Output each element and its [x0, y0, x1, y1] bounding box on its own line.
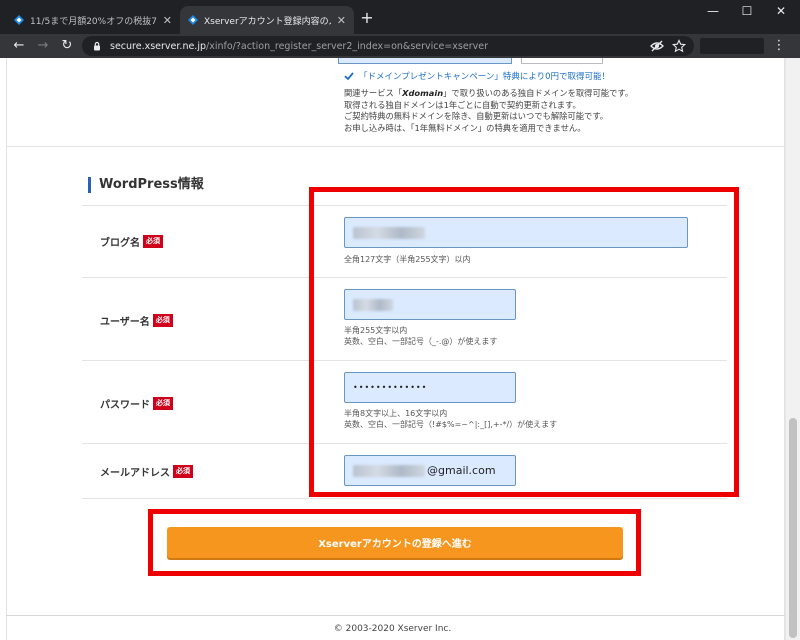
notes-line2: 取得される独自ドメインは1年ごとに自動で契約更新されます。 — [344, 99, 581, 110]
field-label: ブログ名 — [100, 238, 140, 249]
row-divider — [82, 498, 727, 499]
required-badge: 必須 — [152, 314, 173, 327]
blog-name-label: ブログ名 必須 — [100, 234, 163, 249]
close-window-icon[interactable]: ✕ — [764, 0, 798, 22]
browser-tab-strip: 11/5まで月額20%オフの税抜720円 ✕ Xserverアカウント登録内容の… — [0, 0, 800, 34]
maximize-icon[interactable]: ☐ — [730, 0, 764, 22]
browser-menu-icon[interactable]: ⋮ — [772, 37, 786, 55]
highlight-box-fields — [309, 187, 739, 497]
reload-icon[interactable]: ↻ — [58, 37, 76, 55]
url-text: secure.xserver.ne.jp/xinfo/?action_regis… — [110, 40, 489, 52]
field-label: パスワード — [100, 400, 150, 411]
xdomain-logo[interactable]: Xdomain — [402, 88, 443, 98]
field-label: ユーザー名 — [100, 317, 150, 328]
field-label: メールアドレス — [100, 468, 170, 479]
page-scrollbar[interactable] — [785, 58, 800, 640]
tab-title: 11/5まで月額20%オフの税抜720円 — [30, 16, 157, 27]
password-label: パスワード 必須 — [100, 396, 173, 411]
lock-icon — [94, 41, 100, 51]
notes-prefix: 関連サービス「 — [344, 88, 403, 98]
domain-tld-select[interactable] — [521, 58, 603, 64]
username-label: ユーザー名 必須 — [100, 313, 173, 328]
scrollbar-thumb[interactable] — [789, 418, 797, 638]
section-divider — [7, 146, 784, 147]
new-tab-plus-icon[interactable]: + — [358, 9, 376, 27]
forward-arrow-icon[interactable]: → — [34, 37, 52, 55]
tab-xserver-registration[interactable]: Xserverアカウント登録内容の入力画 ✕ — [180, 6, 354, 34]
notes-line4: お申し込み時は、「1年無料ドメイン」の特典を適用できません。 — [344, 122, 586, 133]
submit-registration-button[interactable]: Xserverアカウントの登録へ進む — [167, 527, 623, 558]
notes-line3: ご契約特典の無料ドメインを除き、自動更新はいつでも解除可能です。 — [344, 111, 609, 121]
footer-divider — [6, 615, 786, 616]
extension-area — [700, 38, 764, 54]
address-bar[interactable]: secure.xserver.ne.jp/xinfo/?action_regis… — [82, 36, 694, 56]
required-badge: 必須 — [173, 465, 193, 478]
required-badge: 必須 — [143, 235, 163, 248]
copyright-text: © 2003-2020 Xserver Inc. — [333, 624, 452, 634]
wordpress-section-heading: WordPress情報 — [88, 177, 204, 193]
back-arrow-icon[interactable]: ← — [10, 37, 28, 55]
domain-notes: 関連サービス「Xdomain」で取り扱いのある独自ドメインを取得可能です。 取得… — [344, 88, 633, 134]
xserver-favicon-icon — [14, 15, 24, 25]
browser-toolbar: ← → ↻ secure.xserver.ne.jp/xinfo/?action… — [0, 34, 800, 58]
tab-close-icon[interactable]: ✕ — [163, 14, 172, 27]
domain-name-input[interactable] — [338, 58, 512, 64]
email-label: メールアドレス 必須 — [100, 464, 193, 479]
required-badge: 必須 — [153, 397, 173, 410]
bookmark-star-icon[interactable] — [672, 39, 686, 53]
xserver-favicon-icon — [188, 15, 198, 25]
domain-campaign-notice: 「ドメインプレゼントキャンペーン」特典により0円で取得可能！ — [344, 70, 610, 82]
minimize-icon[interactable]: — — [696, 0, 730, 22]
tracking-blocked-eye-icon[interactable] — [650, 39, 664, 53]
page-viewport: 「ドメインプレゼントキャンペーン」特典により0円で取得可能！ 関連サービス「Xd… — [0, 58, 800, 640]
campaign-text: 「ドメインプレゼントキャンペーン」特典により0円で取得可能！ — [359, 72, 611, 82]
notes-line1-suffix: 」で取り扱いのある独自ドメインを取得可能です。 — [443, 88, 634, 98]
checkmark-icon — [344, 72, 354, 81]
tab-title: Xserverアカウント登録内容の入力画 — [204, 16, 331, 27]
tab-close-icon[interactable]: ✕ — [337, 14, 346, 27]
tab-xserver-campaign[interactable]: 11/5まで月額20%オフの税抜720円 ✕ — [6, 6, 180, 34]
